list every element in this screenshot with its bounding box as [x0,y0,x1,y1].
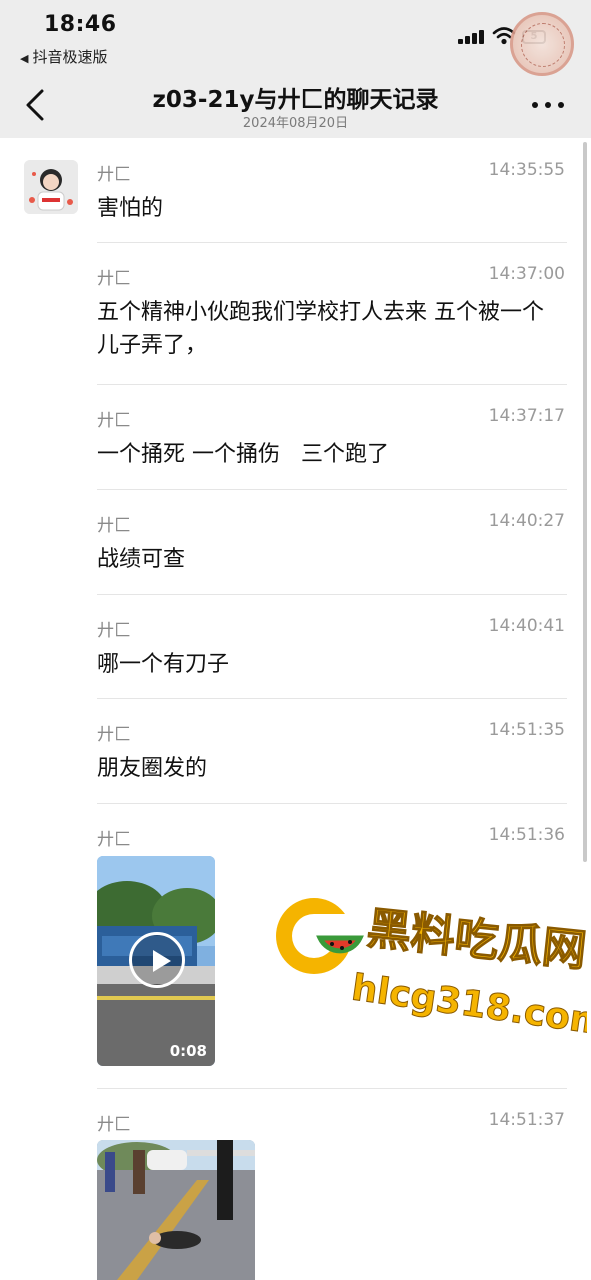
message-text[interactable]: 害怕的 [97,192,559,225]
message-divider [97,594,567,595]
video-duration: 0:08 [169,1042,207,1060]
page-date: 2024年08月20日 [242,116,349,131]
image-thumbnail[interactable] [97,1140,255,1280]
message-2: 廾匚 14:37:00 五个精神小伙跑我们学校打人去来 五个被一个儿子弄了， [97,264,567,374]
status-time: 18:46 [44,12,117,37]
message-text[interactable]: 一个捅死 一个捅伤 三个跑了 [97,438,559,471]
back-app-label: 抖音极速版 [32,48,108,66]
message-5: 廾匚 14:40:41 哪一个有刀子 [97,616,567,686]
message-time: 14:51:37 [488,1110,565,1130]
message-8: 廾匚 14:51:37 [97,1110,567,1140]
message-7: 廾匚 14:51:36 [97,825,567,855]
scrollbar[interactable] [583,142,587,862]
avatar-image [24,160,78,214]
message-divider [97,242,567,243]
back-triangle-icon: ◀ [20,52,29,65]
page-title: z03-21y与廾匚的聊天记录 [152,87,439,113]
message-text[interactable]: 战绩可查 [97,543,559,576]
site-watermark-logo: 黑料吃瓜网 hlcg318.com [276,898,587,1044]
message-divider [97,384,567,385]
svg-text:黑料吃瓜网: 黑料吃瓜网 [365,903,587,977]
message-1: 廾匚 14:35:55 害怕的 [97,160,567,230]
top-bar: 18:46 ◀抖音极速版 5 z03-21y与廾匚的聊天记录 2024年08月2… [0,0,591,138]
message-sender: 廾匚 [97,165,131,185]
svg-text:hlcg318.com: hlcg318.com [349,967,587,1043]
cellular-signal-icon [458,30,486,44]
message-time: 14:37:00 [488,264,565,284]
message-sender: 廾匚 [97,621,131,641]
message-sender: 廾匚 [97,830,131,850]
message-text[interactable]: 五个精神小伙跑我们学校打人去来 五个被一个儿子弄了， [97,296,559,362]
message-sender: 廾匚 [97,516,131,536]
message-time: 14:40:41 [488,616,565,636]
message-6: 廾匚 14:51:35 朋友圈发的 [97,720,567,790]
message-sender: 廾匚 [97,269,131,289]
seal-stamp-icon [510,12,574,76]
back-to-app-link[interactable]: ◀ 抖音极速版 [20,46,107,67]
message-divider [97,1088,567,1089]
message-sender: 廾匚 [97,1115,131,1135]
message-time: 14:51:35 [488,720,565,740]
message-3: 廾匚 14:37:17 一个捅死 一个捅伤 三个跑了 [97,406,567,476]
photo-image [97,1140,255,1280]
video-thumbnail[interactable]: 0:08 [97,856,215,1066]
message-4: 廾匚 14:40:27 战绩可查 [97,511,567,581]
message-time: 14:35:55 [488,160,565,180]
more-options-icon[interactable] [530,98,566,112]
message-sender: 廾匚 [97,411,131,431]
message-time: 14:37:17 [488,406,565,426]
play-icon[interactable] [129,932,185,988]
avatar[interactable] [24,160,78,214]
message-divider [97,803,567,804]
message-divider [97,698,567,699]
message-text[interactable]: 哪一个有刀子 [97,648,559,681]
message-divider [97,489,567,490]
message-text[interactable]: 朋友圈发的 [97,752,559,785]
message-time: 14:51:36 [488,825,565,845]
message-sender: 廾匚 [97,725,131,745]
message-time: 14:40:27 [488,511,565,531]
